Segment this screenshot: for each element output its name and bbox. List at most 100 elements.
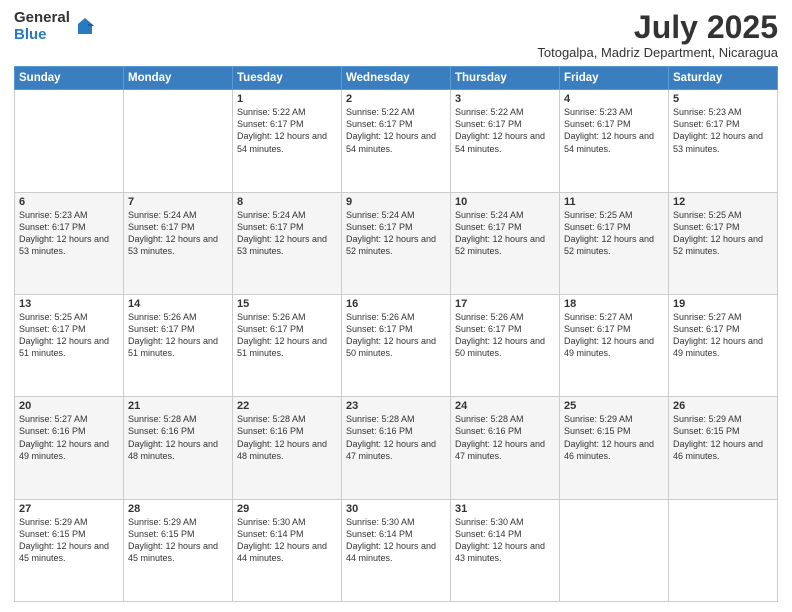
day-number: 31 bbox=[455, 503, 555, 515]
day-header-tuesday: Tuesday bbox=[233, 67, 342, 90]
day-number: 17 bbox=[455, 298, 555, 310]
calendar-cell: 6 Sunrise: 5:23 AMSunset: 6:17 PMDayligh… bbox=[15, 192, 124, 294]
day-info: Sunrise: 5:23 AMSunset: 6:17 PMDaylight:… bbox=[673, 107, 763, 153]
calendar-cell bbox=[15, 90, 124, 192]
day-info: Sunrise: 5:23 AMSunset: 6:17 PMDaylight:… bbox=[19, 210, 109, 256]
logo-icon bbox=[74, 16, 96, 38]
day-number: 19 bbox=[673, 298, 773, 310]
day-number: 9 bbox=[346, 196, 446, 208]
day-number: 20 bbox=[19, 400, 119, 412]
calendar-cell: 24 Sunrise: 5:28 AMSunset: 6:16 PMDaylig… bbox=[451, 397, 560, 499]
day-number: 16 bbox=[346, 298, 446, 310]
day-info: Sunrise: 5:25 AMSunset: 6:17 PMDaylight:… bbox=[19, 312, 109, 358]
day-number: 7 bbox=[128, 196, 228, 208]
calendar-table: SundayMondayTuesdayWednesdayThursdayFrid… bbox=[14, 66, 778, 602]
day-info: Sunrise: 5:27 AMSunset: 6:16 PMDaylight:… bbox=[19, 414, 109, 460]
calendar-cell bbox=[124, 90, 233, 192]
day-number: 8 bbox=[237, 196, 337, 208]
day-header-sunday: Sunday bbox=[15, 67, 124, 90]
day-number: 15 bbox=[237, 298, 337, 310]
day-number: 5 bbox=[673, 93, 773, 105]
calendar-cell: 1 Sunrise: 5:22 AMSunset: 6:17 PMDayligh… bbox=[233, 90, 342, 192]
calendar-week-2: 13 Sunrise: 5:25 AMSunset: 6:17 PMDaylig… bbox=[15, 294, 778, 396]
day-header-monday: Monday bbox=[124, 67, 233, 90]
day-info: Sunrise: 5:29 AMSunset: 6:15 PMDaylight:… bbox=[564, 414, 654, 460]
calendar-cell: 3 Sunrise: 5:22 AMSunset: 6:17 PMDayligh… bbox=[451, 90, 560, 192]
calendar-cell: 21 Sunrise: 5:28 AMSunset: 6:16 PMDaylig… bbox=[124, 397, 233, 499]
day-number: 11 bbox=[564, 196, 664, 208]
day-info: Sunrise: 5:28 AMSunset: 6:16 PMDaylight:… bbox=[128, 414, 218, 460]
day-number: 30 bbox=[346, 503, 446, 515]
day-number: 12 bbox=[673, 196, 773, 208]
day-info: Sunrise: 5:30 AMSunset: 6:14 PMDaylight:… bbox=[237, 517, 327, 563]
day-info: Sunrise: 5:28 AMSunset: 6:16 PMDaylight:… bbox=[455, 414, 545, 460]
day-number: 22 bbox=[237, 400, 337, 412]
day-info: Sunrise: 5:24 AMSunset: 6:17 PMDaylight:… bbox=[455, 210, 545, 256]
day-info: Sunrise: 5:30 AMSunset: 6:14 PMDaylight:… bbox=[455, 517, 545, 563]
calendar-cell: 17 Sunrise: 5:26 AMSunset: 6:17 PMDaylig… bbox=[451, 294, 560, 396]
day-number: 27 bbox=[19, 503, 119, 515]
logo-general: General bbox=[14, 10, 70, 27]
day-info: Sunrise: 5:28 AMSunset: 6:16 PMDaylight:… bbox=[237, 414, 327, 460]
day-info: Sunrise: 5:26 AMSunset: 6:17 PMDaylight:… bbox=[128, 312, 218, 358]
calendar-cell: 22 Sunrise: 5:28 AMSunset: 6:16 PMDaylig… bbox=[233, 397, 342, 499]
day-info: Sunrise: 5:24 AMSunset: 6:17 PMDaylight:… bbox=[237, 210, 327, 256]
calendar-cell: 19 Sunrise: 5:27 AMSunset: 6:17 PMDaylig… bbox=[669, 294, 778, 396]
logo: General Blue bbox=[14, 10, 96, 43]
month-title: July 2025 bbox=[537, 10, 778, 45]
calendar-cell: 9 Sunrise: 5:24 AMSunset: 6:17 PMDayligh… bbox=[342, 192, 451, 294]
calendar-cell: 8 Sunrise: 5:24 AMSunset: 6:17 PMDayligh… bbox=[233, 192, 342, 294]
header: General Blue July 2025 Totogalpa, Madriz… bbox=[14, 10, 778, 60]
calendar-cell: 18 Sunrise: 5:27 AMSunset: 6:17 PMDaylig… bbox=[560, 294, 669, 396]
day-number: 14 bbox=[128, 298, 228, 310]
calendar-cell: 31 Sunrise: 5:30 AMSunset: 6:14 PMDaylig… bbox=[451, 499, 560, 601]
day-info: Sunrise: 5:27 AMSunset: 6:17 PMDaylight:… bbox=[564, 312, 654, 358]
day-header-thursday: Thursday bbox=[451, 67, 560, 90]
day-info: Sunrise: 5:26 AMSunset: 6:17 PMDaylight:… bbox=[237, 312, 327, 358]
day-info: Sunrise: 5:29 AMSunset: 6:15 PMDaylight:… bbox=[673, 414, 763, 460]
page: General Blue July 2025 Totogalpa, Madriz… bbox=[0, 0, 792, 612]
day-number: 13 bbox=[19, 298, 119, 310]
day-number: 29 bbox=[237, 503, 337, 515]
day-number: 4 bbox=[564, 93, 664, 105]
day-number: 1 bbox=[237, 93, 337, 105]
day-info: Sunrise: 5:26 AMSunset: 6:17 PMDaylight:… bbox=[455, 312, 545, 358]
calendar-cell: 13 Sunrise: 5:25 AMSunset: 6:17 PMDaylig… bbox=[15, 294, 124, 396]
day-info: Sunrise: 5:24 AMSunset: 6:17 PMDaylight:… bbox=[346, 210, 436, 256]
day-info: Sunrise: 5:25 AMSunset: 6:17 PMDaylight:… bbox=[673, 210, 763, 256]
day-number: 2 bbox=[346, 93, 446, 105]
calendar-cell: 16 Sunrise: 5:26 AMSunset: 6:17 PMDaylig… bbox=[342, 294, 451, 396]
day-info: Sunrise: 5:30 AMSunset: 6:14 PMDaylight:… bbox=[346, 517, 436, 563]
day-number: 18 bbox=[564, 298, 664, 310]
day-number: 25 bbox=[564, 400, 664, 412]
day-number: 26 bbox=[673, 400, 773, 412]
calendar-cell: 29 Sunrise: 5:30 AMSunset: 6:14 PMDaylig… bbox=[233, 499, 342, 601]
calendar-cell: 5 Sunrise: 5:23 AMSunset: 6:17 PMDayligh… bbox=[669, 90, 778, 192]
calendar-week-0: 1 Sunrise: 5:22 AMSunset: 6:17 PMDayligh… bbox=[15, 90, 778, 192]
calendar-cell: 30 Sunrise: 5:30 AMSunset: 6:14 PMDaylig… bbox=[342, 499, 451, 601]
calendar-cell: 11 Sunrise: 5:25 AMSunset: 6:17 PMDaylig… bbox=[560, 192, 669, 294]
day-header-friday: Friday bbox=[560, 67, 669, 90]
calendar-cell: 14 Sunrise: 5:26 AMSunset: 6:17 PMDaylig… bbox=[124, 294, 233, 396]
day-number: 10 bbox=[455, 196, 555, 208]
day-number: 23 bbox=[346, 400, 446, 412]
logo-blue: Blue bbox=[14, 27, 70, 44]
calendar-cell: 28 Sunrise: 5:29 AMSunset: 6:15 PMDaylig… bbox=[124, 499, 233, 601]
day-info: Sunrise: 5:29 AMSunset: 6:15 PMDaylight:… bbox=[19, 517, 109, 563]
logo-text: General Blue bbox=[14, 10, 70, 43]
day-info: Sunrise: 5:26 AMSunset: 6:17 PMDaylight:… bbox=[346, 312, 436, 358]
calendar-week-3: 20 Sunrise: 5:27 AMSunset: 6:16 PMDaylig… bbox=[15, 397, 778, 499]
calendar-cell: 27 Sunrise: 5:29 AMSunset: 6:15 PMDaylig… bbox=[15, 499, 124, 601]
day-info: Sunrise: 5:22 AMSunset: 6:17 PMDaylight:… bbox=[455, 107, 545, 153]
calendar-cell: 25 Sunrise: 5:29 AMSunset: 6:15 PMDaylig… bbox=[560, 397, 669, 499]
calendar-week-1: 6 Sunrise: 5:23 AMSunset: 6:17 PMDayligh… bbox=[15, 192, 778, 294]
day-info: Sunrise: 5:29 AMSunset: 6:15 PMDaylight:… bbox=[128, 517, 218, 563]
calendar-cell bbox=[560, 499, 669, 601]
calendar-cell: 15 Sunrise: 5:26 AMSunset: 6:17 PMDaylig… bbox=[233, 294, 342, 396]
day-number: 28 bbox=[128, 503, 228, 515]
title-block: July 2025 Totogalpa, Madriz Department, … bbox=[537, 10, 778, 60]
day-info: Sunrise: 5:25 AMSunset: 6:17 PMDaylight:… bbox=[564, 210, 654, 256]
day-number: 21 bbox=[128, 400, 228, 412]
calendar-header-row: SundayMondayTuesdayWednesdayThursdayFrid… bbox=[15, 67, 778, 90]
day-info: Sunrise: 5:22 AMSunset: 6:17 PMDaylight:… bbox=[346, 107, 436, 153]
